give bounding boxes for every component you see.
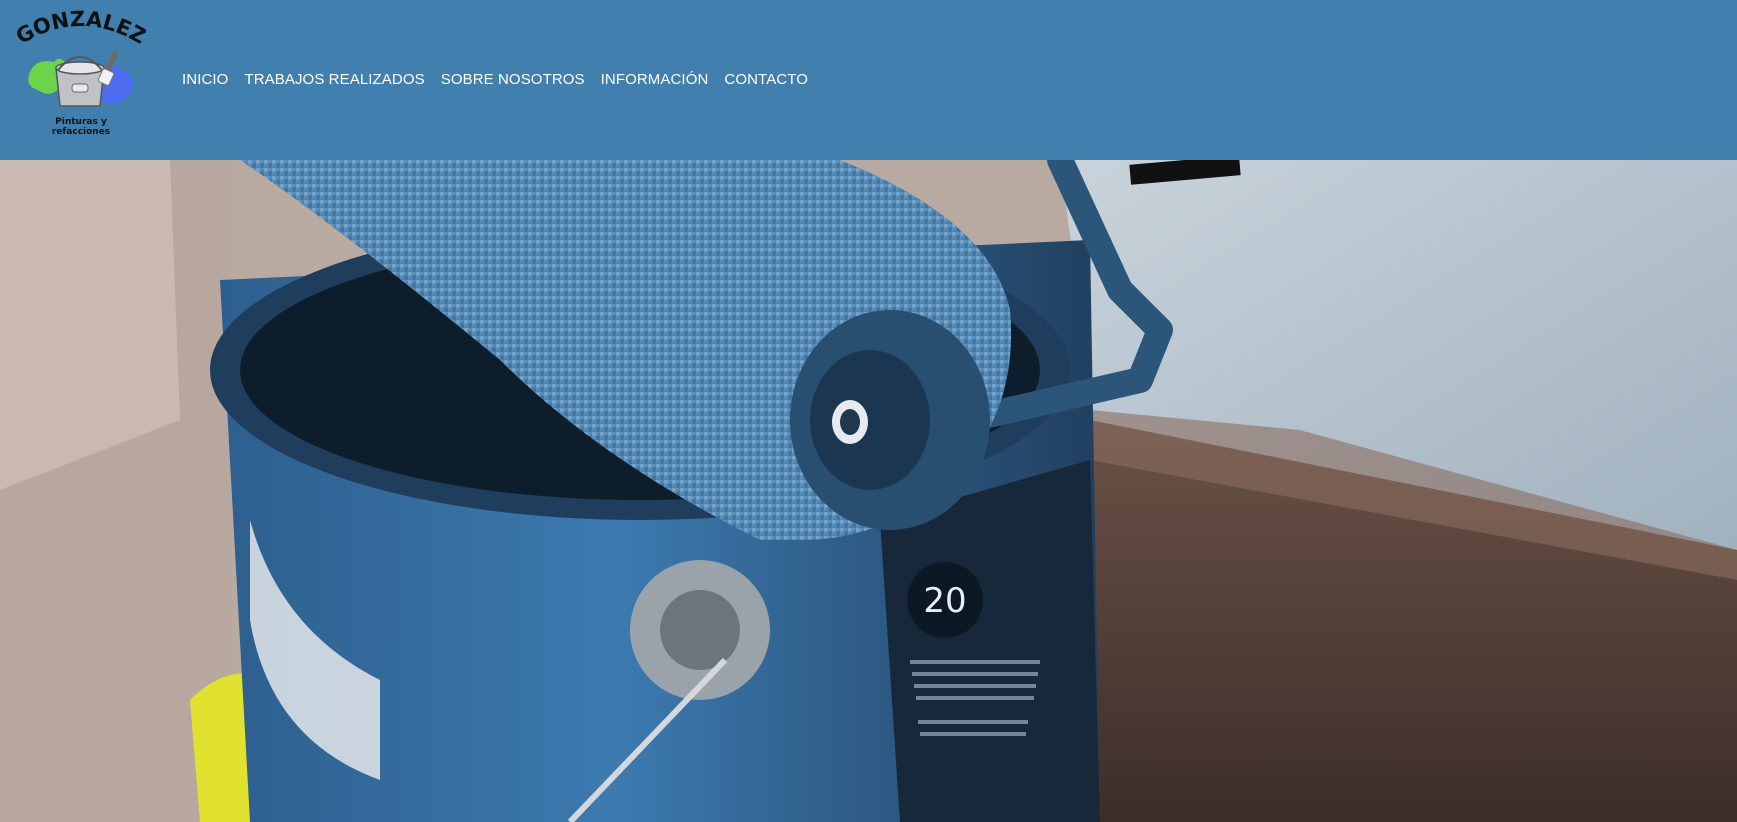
logo-brand-text: GONZÁLEZ: [16, 10, 146, 49]
paint-can-roller-illustration: 20: [0, 160, 1737, 822]
site-logo[interactable]: GONZÁLEZ Pinturas y refacciones: [16, 10, 146, 140]
nav-sobre-nosotros[interactable]: SOBRE NOSOTROS: [441, 70, 585, 90]
nav-contacto[interactable]: CONTACTO: [724, 70, 808, 90]
logo-tagline-line1: Pinturas y: [55, 117, 107, 127]
main-nav: INICIO TRABAJOS REALIZADOS SOBRE NOSOTRO…: [182, 70, 824, 90]
can-label-number: 20: [923, 581, 966, 621]
nav-trabajos-realizados[interactable]: TRABAJOS REALIZADOS: [244, 70, 424, 90]
nav-informacion[interactable]: INFORMACIÓN: [601, 70, 709, 90]
logo-graphic: GONZÁLEZ Pinturas y refacciones: [16, 10, 146, 137]
site-header: GONZÁLEZ Pinturas y refacciones INICIO T…: [0, 0, 1737, 160]
svg-text:GONZÁLEZ: GONZÁLEZ: [16, 10, 146, 49]
logo-tagline-line2: refacciones: [52, 127, 110, 137]
nav-inicio[interactable]: INICIO: [182, 70, 228, 90]
hero-image: 20: [0, 160, 1737, 822]
